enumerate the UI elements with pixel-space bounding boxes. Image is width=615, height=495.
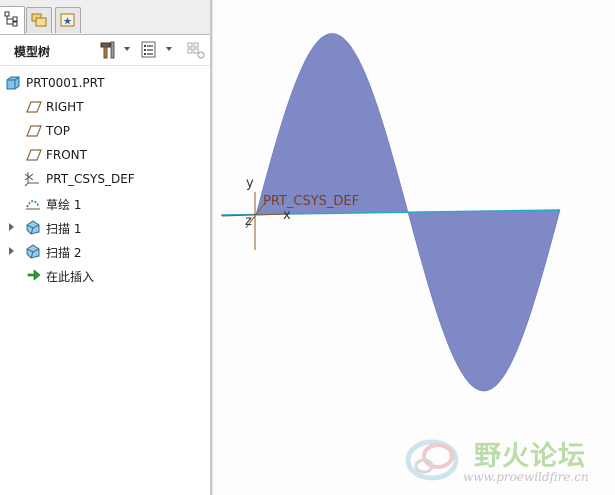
csys-name-label: PRT_CSYS_DEF <box>263 194 360 209</box>
watermark-url: www.proewildfire.cn <box>463 470 589 484</box>
graphics-viewport[interactable] <box>0 0 615 495</box>
csys-z-axis-label: z <box>245 214 252 229</box>
watermark-title: 野火论坛 <box>474 441 586 472</box>
csys-x-axis-label: x <box>283 208 291 223</box>
watermark: 野火论坛 www.proewildfire.cn <box>402 430 612 492</box>
forum-logo-icon <box>405 439 459 481</box>
csys-y-axis-label: y <box>246 176 254 191</box>
